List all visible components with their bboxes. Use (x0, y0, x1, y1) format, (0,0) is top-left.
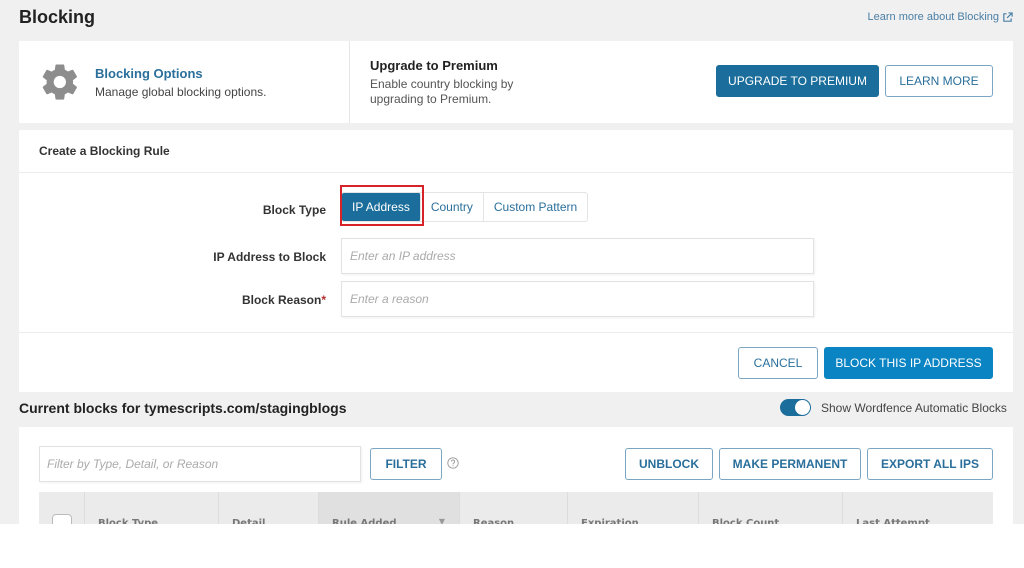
export-all-ips-button[interactable]: EXPORT ALL IPS (867, 448, 993, 480)
column-last-attempt[interactable]: Last Attempt (843, 492, 993, 524)
toggle-switch[interactable] (780, 399, 811, 416)
current-blocks-title: Current blocks for tymescripts.com/stagi… (19, 400, 347, 416)
unblock-button[interactable]: UNBLOCK (625, 448, 713, 480)
column-rule-added-label: Rule Added (332, 518, 397, 524)
block-reason-label-text: Block Reason (241, 293, 322, 307)
column-detail[interactable]: Detail (219, 492, 319, 524)
block-type-custom-pattern[interactable]: Custom Pattern (484, 193, 587, 221)
block-type-selector: IP Address Country Custom Pattern (341, 192, 589, 222)
blocking-options-title[interactable]: Blocking Options (95, 66, 266, 81)
automatic-blocks-toggle[interactable]: Show Wordfence Automatic Blocks (780, 399, 1007, 416)
create-rule-footer: CANCEL BLOCK THIS IP ADDRESS (19, 332, 1013, 392)
learn-more-label: Learn more about Blocking (867, 11, 999, 23)
make-permanent-button[interactable]: MAKE PERMANENT (719, 448, 861, 480)
sort-caret-icon: ▼ (438, 517, 445, 524)
block-type-label: Block Type (262, 203, 326, 217)
create-rule-card: Create a Blocking Rule Block Type IP Add… (19, 130, 1013, 392)
question-circle-icon[interactable] (447, 457, 459, 469)
learn-more-button[interactable]: LEARN MORE (885, 65, 993, 97)
page: Blocking Learn more about Blocking Block… (0, 0, 1024, 524)
required-mark: * (321, 293, 326, 307)
blocking-options-description: Manage global blocking options. (95, 84, 267, 99)
cancel-button[interactable]: CANCEL (738, 347, 818, 379)
column-rule-added[interactable]: Rule Added ▼ (319, 492, 460, 524)
ip-address-input[interactable] (341, 238, 814, 274)
upgrade-to-premium-button[interactable]: UPGRADE TO PREMIUM (716, 65, 879, 97)
current-blocks-card: FILTER UNBLOCK MAKE PERMANENT EXPORT ALL… (19, 427, 1013, 524)
learn-more-link[interactable]: Learn more about Blocking (868, 11, 1013, 23)
toggle-label: Show Wordfence Automatic Blocks (821, 400, 1007, 415)
page-title: Blocking (19, 7, 96, 27)
create-rule-heading: Create a Blocking Rule (19, 130, 1013, 173)
block-reason-label: Block Reason* (242, 293, 326, 307)
column-reason[interactable]: Reason (460, 492, 568, 524)
premium-description: Enable country blocking by upgrading to … (370, 76, 514, 106)
filter-input[interactable] (39, 446, 361, 482)
block-type-ip-address[interactable]: IP Address (342, 193, 421, 221)
filter-button[interactable]: FILTER (370, 448, 442, 480)
external-link-icon (1003, 11, 1013, 22)
block-type-country[interactable]: Country (421, 193, 484, 221)
column-block-type[interactable]: Block Type (85, 492, 219, 524)
ip-address-label: IP Address to Block (213, 250, 326, 264)
select-all-checkbox[interactable] (52, 514, 72, 524)
select-all-cell (39, 492, 85, 524)
column-block-count[interactable]: Block Count (699, 492, 843, 524)
block-ip-button[interactable]: BLOCK THIS IP ADDRESS (824, 347, 993, 379)
toggle-knob (795, 400, 810, 415)
blocks-table-header: Block Type Detail Rule Added ▼ Reason Exp… (39, 492, 993, 524)
premium-title: Upgrade to Premium (370, 57, 498, 73)
block-reason-input[interactable] (341, 281, 814, 317)
column-expiration[interactable]: Expiration (568, 492, 699, 524)
blocking-options-card: Blocking Options Manage global blocking … (19, 41, 1013, 123)
gear-icon (42, 64, 77, 100)
blocking-options-section[interactable]: Blocking Options Manage global blocking … (19, 41, 350, 123)
